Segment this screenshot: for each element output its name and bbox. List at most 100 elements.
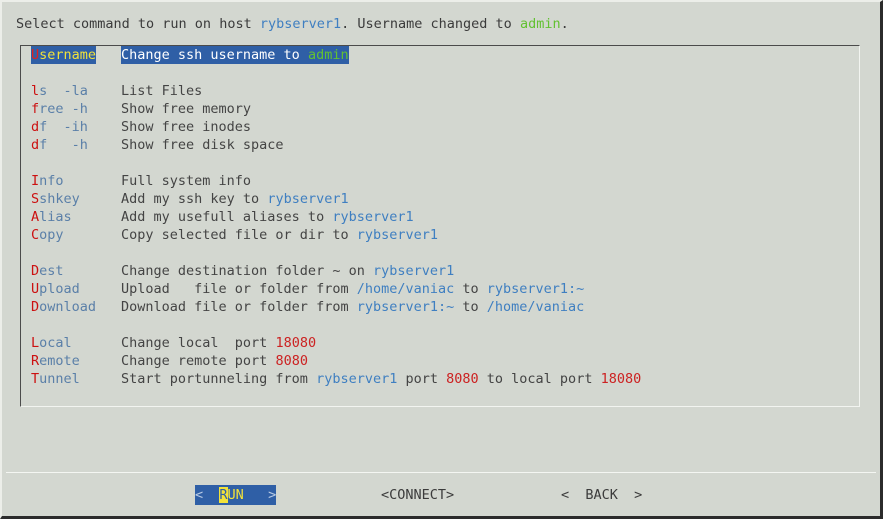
command-row[interactable]: ls -la List Files bbox=[21, 82, 859, 100]
header-suffix: . bbox=[560, 16, 569, 32]
command-row[interactable]: Sshkey Add my ssh key to rybserver1 bbox=[21, 190, 859, 208]
command-name: f -h bbox=[39, 137, 88, 153]
command-label: df -h bbox=[31, 136, 88, 154]
description-token: Upload file or folder from bbox=[121, 281, 357, 297]
command-name: est bbox=[39, 263, 64, 279]
command-row[interactable]: Dest Change destination folder ~ on rybse… bbox=[21, 262, 859, 280]
command-row[interactable]: df -h Show free disk space bbox=[21, 136, 859, 154]
description-token: admin bbox=[307, 47, 349, 63]
command-description: Add my usefull aliases to rybserver1 bbox=[121, 208, 414, 226]
description-token: rybserver1 bbox=[316, 371, 398, 387]
description-token: /home/vaniac bbox=[356, 281, 455, 297]
command-name: s -la bbox=[39, 83, 88, 99]
run-button[interactable]: < RUN > bbox=[195, 485, 277, 505]
command-row[interactable]: Info Full system info bbox=[21, 172, 859, 190]
button-bar: < RUN > <CONNECT> < BACK > bbox=[2, 485, 880, 507]
command-description: Add my ssh key to rybserver1 bbox=[121, 190, 349, 208]
command-description: Full system info bbox=[121, 172, 251, 190]
button-separator bbox=[6, 472, 876, 473]
command-name: sername bbox=[39, 47, 97, 63]
command-hotkey: d bbox=[31, 137, 40, 153]
header-middle: . Username changed to bbox=[341, 16, 520, 32]
command-name: f -ih bbox=[39, 119, 88, 135]
command-list-panel[interactable]: Username Change ssh username to admin ls -… bbox=[20, 45, 860, 407]
command-hotkey: U bbox=[31, 47, 40, 63]
run-button-label: UN bbox=[227, 487, 244, 503]
command-hotkey: f bbox=[31, 101, 40, 117]
command-label: Tunnel bbox=[31, 370, 80, 388]
command-row[interactable]: Download Download file or folder from ryb… bbox=[21, 298, 859, 316]
command-name: lias bbox=[39, 209, 72, 225]
command-label: Download bbox=[31, 298, 96, 316]
command-description: Change remote port 8080 bbox=[121, 352, 308, 370]
command-name: ree -h bbox=[39, 101, 88, 117]
description-token: rybserver1:~ bbox=[356, 299, 455, 315]
command-label: free -h bbox=[31, 100, 88, 118]
command-name: pload bbox=[39, 281, 80, 297]
description-token: port bbox=[397, 371, 447, 387]
command-description: Download file or folder from rybserver1:… bbox=[121, 298, 584, 316]
command-row[interactable]: df -ih Show free inodes bbox=[21, 118, 859, 136]
description-token: Change destination folder ~ on bbox=[121, 263, 373, 279]
command-description: Change destination folder ~ on rybserver… bbox=[121, 262, 454, 280]
description-token: 8080 bbox=[275, 353, 308, 369]
command-label: Alias bbox=[31, 208, 72, 226]
description-token: Change ssh username to bbox=[121, 47, 308, 63]
command-label: Dest bbox=[31, 262, 64, 280]
description-token: Download file or folder from bbox=[121, 299, 357, 315]
command-description: Change local port 18080 bbox=[121, 334, 316, 352]
description-token: rybserver1 bbox=[332, 209, 414, 225]
command-row[interactable]: Local Change local port 18080 bbox=[21, 334, 859, 352]
command-description: Show free memory bbox=[121, 100, 251, 118]
back-button[interactable]: < BACK > bbox=[561, 485, 642, 505]
command-hotkey: I bbox=[31, 173, 40, 189]
command-row[interactable]: Remote Change remote port 8080 bbox=[21, 352, 859, 370]
command-hotkey: C bbox=[31, 227, 40, 243]
connect-button[interactable]: <CONNECT> bbox=[381, 485, 454, 505]
command-label: Copy bbox=[31, 226, 64, 244]
description-token: 18080 bbox=[275, 335, 317, 351]
command-description: List Files bbox=[121, 82, 202, 100]
run-button-right-arrow: > bbox=[243, 487, 277, 503]
description-token: to bbox=[454, 281, 487, 297]
description-token: rybserver1:~ bbox=[486, 281, 585, 297]
command-row[interactable]: Tunnel Start portunneling from rybserver1… bbox=[21, 370, 859, 388]
command-row[interactable]: Alias Add my usefull aliases to rybserver… bbox=[21, 208, 859, 226]
command-row[interactable]: Username Change ssh username to admin bbox=[21, 46, 859, 64]
command-label: Upload bbox=[31, 280, 80, 298]
command-description: Upload file or folder from /home/vaniac … bbox=[121, 280, 584, 298]
description-token: Show free disk space bbox=[121, 137, 284, 153]
command-hotkey: d bbox=[31, 119, 40, 135]
command-hotkey: S bbox=[31, 191, 40, 207]
description-token: 18080 bbox=[600, 371, 642, 387]
run-button-left-arrow: < bbox=[195, 487, 220, 503]
description-token: to bbox=[454, 299, 487, 315]
command-hotkey: D bbox=[31, 263, 40, 279]
command-hotkey: R bbox=[31, 353, 40, 369]
command-row[interactable]: free -h Show free memory bbox=[21, 100, 859, 118]
command-label: df -ih bbox=[31, 118, 88, 136]
command-name: unnel bbox=[39, 371, 80, 387]
command-row[interactable]: Upload Upload file or folder from /home/v… bbox=[21, 280, 859, 298]
description-token: Show free memory bbox=[121, 101, 252, 117]
command-description: Show free disk space bbox=[121, 136, 284, 154]
command-row[interactable]: Copy Copy selected file or dir to rybserv… bbox=[21, 226, 859, 244]
header-prefix: Select command to run on host bbox=[16, 16, 260, 32]
description-token: /home/vaniac bbox=[486, 299, 585, 315]
command-name: ocal bbox=[39, 335, 72, 351]
description-token: Change remote port bbox=[121, 353, 276, 369]
command-label: Username bbox=[31, 46, 97, 64]
description-token: Add my usefull aliases to bbox=[121, 209, 333, 225]
description-token: rybserver1 bbox=[356, 227, 438, 243]
description-token: Full system info bbox=[121, 173, 252, 189]
command-hotkey: U bbox=[31, 281, 40, 297]
description-token: Change local port bbox=[121, 335, 276, 351]
description-token: Start portunneling from bbox=[121, 371, 317, 387]
command-name: emote bbox=[39, 353, 80, 369]
command-hotkey: T bbox=[31, 371, 40, 387]
command-hotkey: L bbox=[31, 335, 40, 351]
